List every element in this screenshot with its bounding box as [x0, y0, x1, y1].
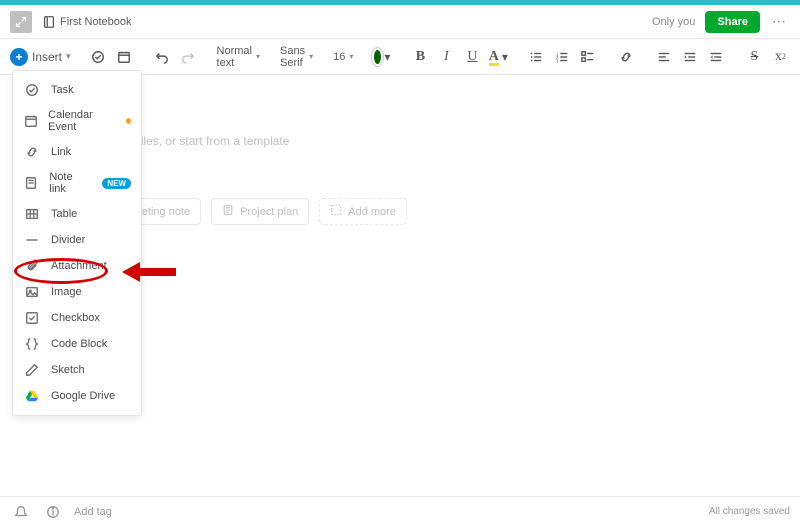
chevron-down-icon: ▾ [66, 51, 71, 62]
insert-menu-item-label: Image [51, 286, 82, 298]
insert-menu-item-label: Google Drive [51, 390, 115, 402]
outdent-button[interactable] [705, 45, 727, 69]
paragraph-style-select[interactable]: Normal text▾ [215, 45, 262, 69]
insert-menu-item-image[interactable]: Image [13, 279, 141, 305]
insert-menu-item-label: Table [51, 208, 77, 220]
insert-menu-item-label: Note link [49, 171, 88, 195]
note-info-button[interactable] [42, 500, 64, 524]
underline-button[interactable]: U [461, 45, 483, 69]
task-toolbar-button[interactable] [87, 45, 109, 69]
insert-dropdown-trigger[interactable]: + Insert ▾ [10, 48, 71, 66]
insert-menu-item-code-block[interactable]: Code Block [13, 331, 141, 357]
font-color-button[interactable]: ▾ [371, 45, 393, 69]
chip-icon [330, 204, 342, 219]
calendar-icon [23, 114, 38, 128]
font-size-select[interactable]: 16▾ [331, 51, 355, 63]
notebook-icon [42, 15, 56, 29]
save-status: All changes saved [709, 506, 790, 517]
template-chip-addmore[interactable]: Add more [319, 198, 407, 225]
more-actions-button[interactable]: ⋯ [768, 13, 790, 30]
superscript-button[interactable]: x2 [769, 45, 791, 69]
share-button[interactable]: Share [705, 11, 760, 33]
divider-icon [23, 233, 41, 247]
italic-button[interactable]: I [435, 45, 457, 69]
link-toolbar-button[interactable] [615, 45, 637, 69]
braces-icon [23, 337, 41, 351]
check-circle-icon [23, 83, 41, 97]
table-icon [23, 207, 41, 221]
indent-button[interactable] [679, 45, 701, 69]
insert-menu-item-divider[interactable]: Divider [13, 227, 141, 253]
reminders-button[interactable] [10, 500, 32, 524]
share-status: Only you [652, 16, 695, 28]
insert-menu-item-label: Divider [51, 234, 85, 246]
notebook-name: First Notebook [60, 16, 132, 28]
app-header: First Notebook Only you Share ⋯ [0, 5, 800, 39]
redo-button[interactable] [177, 45, 199, 69]
insert-menu-item-label: Attachment [51, 260, 107, 272]
undo-button[interactable] [151, 45, 173, 69]
image-icon [23, 285, 41, 299]
bulleted-list-button[interactable] [525, 45, 547, 69]
chip-icon [222, 204, 234, 219]
svg-text:3: 3 [556, 58, 559, 63]
insert-menu-item-sketch[interactable]: Sketch [13, 357, 141, 383]
gdrive-icon [23, 389, 41, 403]
insert-menu: Task Calendar Event Link Note link NEW Table D… [12, 70, 142, 416]
insert-menu-item-calendar-event[interactable]: Calendar Event [13, 103, 141, 139]
new-dot-icon [126, 118, 131, 124]
subscript-button[interactable]: x2 [795, 45, 800, 69]
new-badge: NEW [102, 178, 131, 189]
link-icon [23, 145, 41, 159]
add-tag-input[interactable]: Add tag [74, 506, 699, 518]
insert-menu-item-google-drive[interactable]: Google Drive [13, 383, 141, 409]
strikethrough-button[interactable]: S [743, 45, 765, 69]
color-swatch-icon [374, 50, 381, 64]
font-family-select[interactable]: Sans Serif▾ [278, 45, 315, 69]
calendar-toolbar-button[interactable] [113, 45, 135, 69]
expand-note-button[interactable] [10, 11, 32, 33]
pencil-icon [23, 363, 41, 377]
highlight-button[interactable]: A▾ [487, 45, 509, 69]
plus-icon: + [10, 48, 28, 66]
notebook-selector[interactable]: First Notebook [42, 15, 132, 29]
insert-menu-item-task[interactable]: Task [13, 77, 141, 103]
insert-menu-item-label: Sketch [51, 364, 85, 376]
chip-label: Add more [348, 206, 396, 218]
numbered-list-button[interactable]: 123 [551, 45, 573, 69]
insert-menu-item-attachment[interactable]: Attachment [13, 253, 141, 279]
insert-menu-item-label: Calendar Event [48, 109, 112, 133]
chip-label: Project plan [240, 206, 298, 218]
insert-menu-item-note-link[interactable]: Note link NEW [13, 165, 141, 201]
attachment-icon [23, 259, 41, 273]
insert-menu-item-link[interactable]: Link [13, 139, 141, 165]
insert-menu-item-label: Link [51, 146, 71, 158]
template-chip-project[interactable]: Project plan [211, 198, 309, 225]
align-left-button[interactable] [653, 45, 675, 69]
insert-label: Insert [32, 50, 62, 64]
bold-button[interactable]: B [409, 45, 431, 69]
insert-menu-item-label: Code Block [51, 338, 107, 350]
insert-menu-item-label: Task [51, 84, 74, 96]
insert-menu-item-table[interactable]: Table [13, 201, 141, 227]
checklist-button[interactable] [577, 45, 599, 69]
checkbox-icon [23, 311, 41, 325]
insert-menu-item-label: Checkbox [51, 312, 100, 324]
insert-menu-item-checkbox[interactable]: Checkbox [13, 305, 141, 331]
footer-bar: Add tag All changes saved [0, 496, 800, 526]
note-icon [23, 176, 39, 190]
